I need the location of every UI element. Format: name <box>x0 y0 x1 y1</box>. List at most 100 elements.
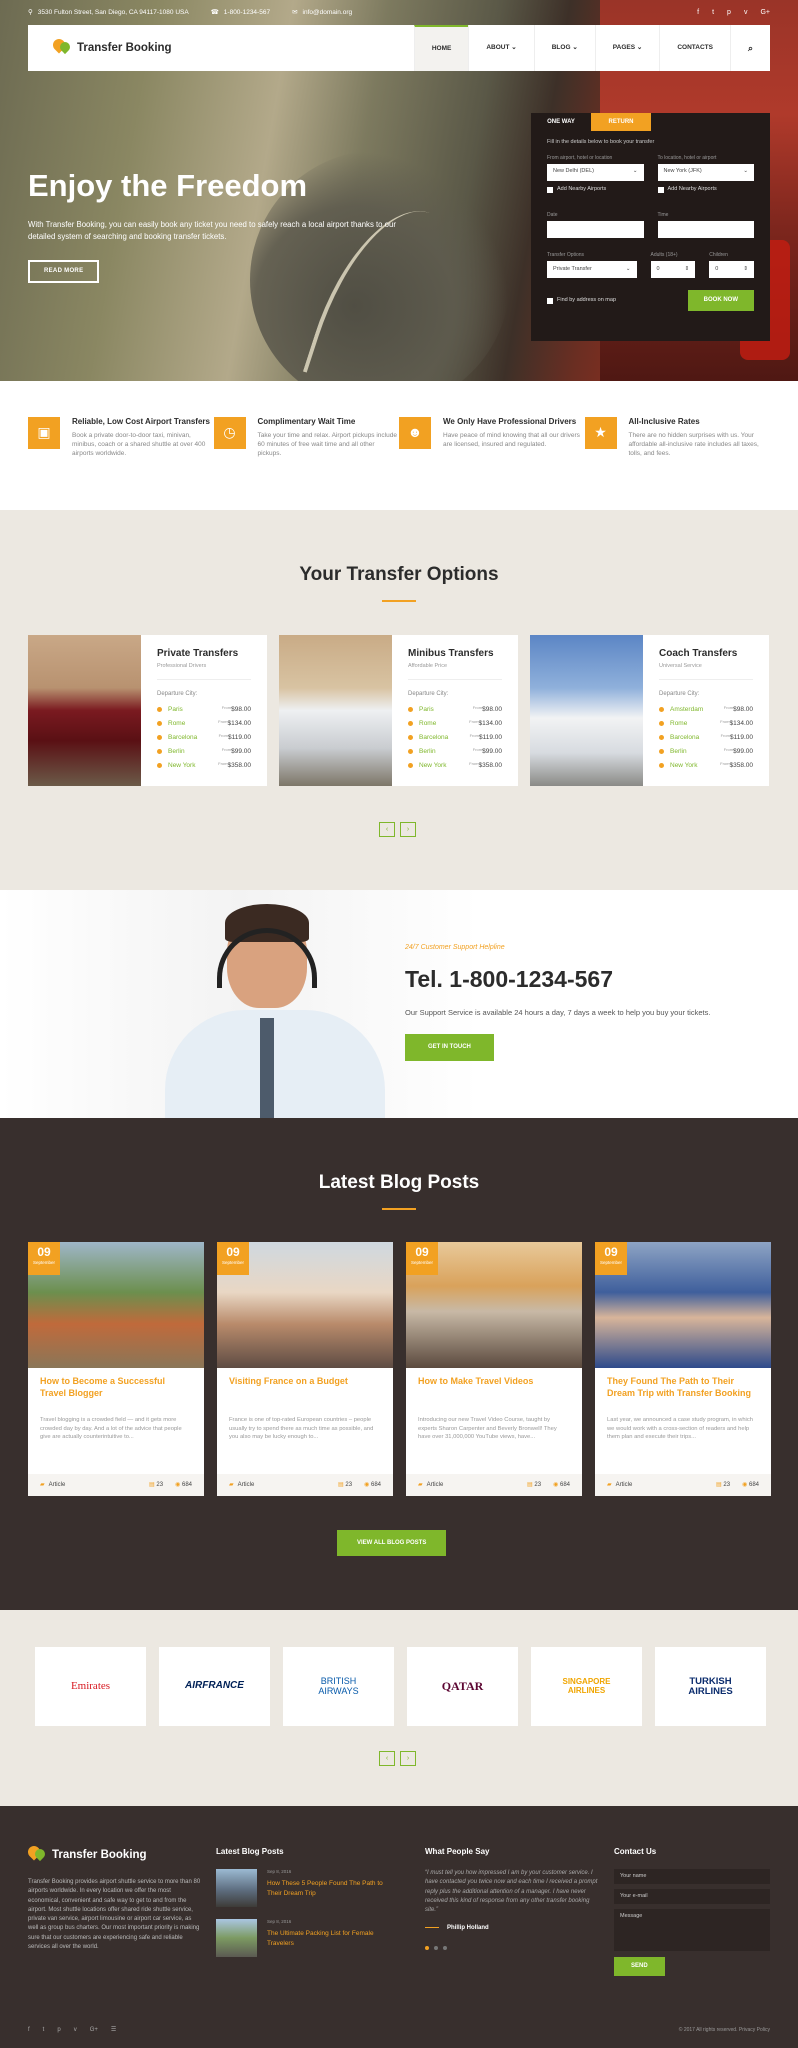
city-link[interactable]: Berlin <box>419 747 436 756</box>
facebook-icon[interactable]: f <box>697 8 699 18</box>
post-title[interactable]: They Found The Path to Their Dream Trip … <box>595 1368 771 1416</box>
card-title[interactable]: Coach Transfers <box>659 647 753 661</box>
time-input[interactable] <box>657 221 754 239</box>
transfer-card[interactable]: Private Transfers Professional Drivers D… <box>28 635 267 786</box>
book-now-button[interactable]: BOOK NOW <box>687 290 754 311</box>
post-title[interactable]: How to Become a Successful Travel Blogge… <box>28 1368 204 1416</box>
city-link[interactable]: Barcelona <box>168 733 197 742</box>
partner-logo-singapore[interactable]: SINGAPORE AIRLINES <box>531 1647 642 1726</box>
city-link[interactable]: New York <box>168 761 195 770</box>
view-all-posts-button[interactable]: VIEW ALL BLOG POSTS <box>337 1530 447 1557</box>
city-link[interactable]: Rome <box>419 719 436 728</box>
transfer-options-select[interactable]: Private Transfer ⌄ <box>547 261 637 279</box>
city-link[interactable]: Barcelona <box>670 733 699 742</box>
brand-logo[interactable]: Transfer Booking <box>28 36 172 57</box>
chevron-left-icon[interactable]: ‹ <box>379 822 395 837</box>
city-link[interactable]: New York <box>419 761 446 770</box>
tab-return[interactable]: RETURN <box>591 113 651 131</box>
city-link[interactable]: Rome <box>670 719 687 728</box>
vimeo-icon[interactable]: v <box>744 8 748 18</box>
city-link[interactable]: Paris <box>168 705 183 714</box>
blog-post-card[interactable]: 09 September They Found The Path to Their… <box>595 1242 771 1496</box>
name-input[interactable]: Your name <box>614 1869 770 1885</box>
nav-home[interactable]: HOME <box>413 25 469 71</box>
pinterest-icon[interactable]: p <box>727 8 731 18</box>
eye-icon: ◉ <box>742 1481 748 1488</box>
partner-logo-airfrance[interactable]: AIRFRANCE <box>159 1647 270 1726</box>
children-stepper[interactable]: 0 ⇕ <box>709 261 754 279</box>
chevron-right-icon[interactable]: › <box>400 822 416 837</box>
nearby-from-checkbox[interactable] <box>547 186 553 193</box>
city-link[interactable]: Berlin <box>168 747 185 756</box>
vimeo-icon[interactable]: v <box>74 2026 77 2034</box>
transfer-card[interactable]: Minibus Transfers Affordable Price Depar… <box>279 635 518 786</box>
search-icon[interactable]: ⌕ <box>729 25 770 71</box>
footer-post[interactable]: Sep 8, 2016 The Ultimate Packing List for… <box>216 1919 396 1958</box>
feature-title: All-Inclusive Rates <box>628 417 700 426</box>
send-button[interactable]: SEND <box>614 1957 665 1976</box>
twitter-icon[interactable]: t <box>712 8 714 18</box>
tab-one-way[interactable]: ONE WAY <box>531 113 591 131</box>
google-plus-icon[interactable]: G+ <box>90 2026 98 2034</box>
star-icon: ★ <box>584 417 617 449</box>
post-image[interactable]: 09 September <box>28 1242 204 1368</box>
city-link[interactable]: Paris <box>419 705 434 714</box>
message-textarea[interactable]: Message <box>614 1909 770 1952</box>
nav-blog[interactable]: BLOG ⌄ <box>533 25 595 71</box>
twitter-icon[interactable]: t <box>43 2026 45 2034</box>
testimonial-quote: “I must tell you how impressed I am by y… <box>425 1870 598 1914</box>
date-input[interactable] <box>547 221 644 239</box>
phone-text[interactable]: 1-800-1234-567 <box>224 8 270 17</box>
footer-post[interactable]: Sep 8, 2016 How These 5 People Found The … <box>216 1869 396 1908</box>
post-category[interactable]: Article <box>49 1481 66 1489</box>
post-category[interactable]: Article <box>616 1481 633 1489</box>
transfer-card[interactable]: Coach Transfers Universal Service Depart… <box>530 635 769 786</box>
partner-logo-turkish[interactable]: TURKISH AIRLINES <box>655 1647 766 1726</box>
city-link[interactable]: Berlin <box>670 747 687 756</box>
rss-icon[interactable]: ☰ <box>111 2026 116 2034</box>
city-link[interactable]: Barcelona <box>419 733 448 742</box>
stepper-icon[interactable]: ⇕ <box>685 266 690 274</box>
footer-brand-logo[interactable]: Transfer Booking <box>25 1843 203 1864</box>
card-title[interactable]: Minibus Transfers <box>408 647 502 661</box>
post-image[interactable]: 09 September <box>217 1242 393 1368</box>
facebook-icon[interactable]: f <box>28 2026 30 2034</box>
post-category[interactable]: Article <box>427 1481 444 1489</box>
read-more-button[interactable]: READ MORE <box>28 260 100 283</box>
post-title[interactable]: How to Make Travel Videos <box>406 1368 582 1416</box>
city-link[interactable]: Amsterdam <box>670 705 703 714</box>
stepper-icon[interactable]: ⇕ <box>743 266 748 274</box>
city-link[interactable]: New York <box>670 761 697 770</box>
support-phone[interactable]: Tel. 1-800-1234-567 <box>405 963 725 995</box>
card-title[interactable]: Private Transfers <box>157 647 251 661</box>
to-select[interactable]: New York (JFK) ⌄ <box>657 163 754 181</box>
post-title[interactable]: Visiting France on a Budget <box>217 1368 393 1416</box>
post-title[interactable]: How These 5 People Found The Path to The… <box>267 1879 396 1897</box>
partner-logo-qatar[interactable]: QATAR <box>407 1647 518 1726</box>
post-image[interactable]: 09 September <box>406 1242 582 1368</box>
get-in-touch-button[interactable]: GET IN TOUCH <box>405 1034 494 1061</box>
email-text[interactable]: info@domain.org <box>303 8 353 17</box>
blog-post-card[interactable]: 09 September How to Become a Successful T… <box>28 1242 204 1496</box>
nav-pages[interactable]: PAGES ⌄ <box>594 25 660 71</box>
find-on-map-checkbox[interactable] <box>547 297 553 304</box>
city-link[interactable]: Rome <box>168 719 185 728</box>
nearby-to-checkbox[interactable] <box>657 186 664 193</box>
nav-about[interactable]: ABOUT ⌄ <box>468 25 533 71</box>
post-title[interactable]: The Ultimate Packing List for Female Tra… <box>267 1929 396 1947</box>
chevron-right-icon[interactable]: › <box>400 1751 416 1766</box>
logo-pin-icon <box>50 36 73 57</box>
partner-logo-british-airways[interactable]: BRITISH AIRWAYS <box>283 1647 394 1726</box>
chevron-left-icon[interactable]: ‹ <box>379 1751 395 1766</box>
nav-contacts[interactable]: CONTACTS <box>659 25 730 71</box>
google-plus-icon[interactable]: G+ <box>760 8 770 18</box>
post-image[interactable]: 09 September <box>595 1242 771 1368</box>
post-category[interactable]: Article <box>238 1481 255 1489</box>
blog-post-card[interactable]: 09 September Visiting France on a Budget … <box>217 1242 393 1496</box>
pinterest-icon[interactable]: p <box>57 2026 60 2034</box>
adults-stepper[interactable]: 0 ⇕ <box>650 261 696 279</box>
from-select[interactable]: New Delhi (DEL) ⌄ <box>547 163 644 181</box>
partner-logo-emirates[interactable]: Emirates <box>35 1647 146 1726</box>
email-input[interactable]: Your e-mail <box>614 1889 770 1905</box>
blog-post-card[interactable]: 09 September How to Make Travel Videos In… <box>406 1242 582 1496</box>
